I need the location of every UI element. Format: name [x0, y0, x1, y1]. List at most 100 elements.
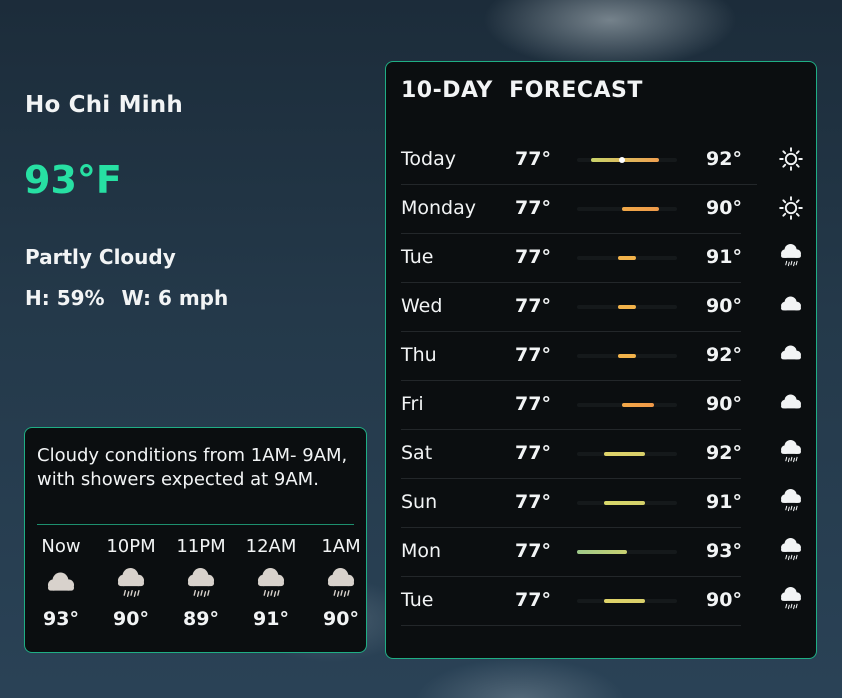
temperature-range-fill [622, 207, 659, 211]
temperature-range-bar [577, 354, 677, 358]
forecast-row: Tue 77° 90° [401, 576, 801, 626]
sun-icon [778, 195, 804, 221]
forecast-day: Fri [401, 393, 424, 415]
temperature-range-bar [577, 550, 677, 554]
forecast-day: Monday [401, 197, 477, 219]
forecast-high: 91° [706, 246, 742, 268]
city-name: Ho Chi Minh [25, 92, 183, 118]
current-temp-marker [619, 157, 626, 163]
forecast-row: Thu 77° 92° [401, 331, 801, 381]
forecast-day: Today [401, 148, 456, 170]
humidity-wind: H: 59% W: 6 mph [25, 286, 238, 310]
cloud-icon [778, 342, 804, 368]
forecast-high: 92° [706, 148, 742, 170]
temperature-range-fill [577, 550, 627, 554]
cloud-icon [778, 391, 804, 417]
current-condition: Partly Cloudy [25, 245, 176, 269]
temperature-range-bar [577, 157, 677, 163]
hourly-time: 1AM [321, 536, 361, 557]
forecast-row: Today 77° 92° [401, 135, 803, 185]
sun-icon [778, 146, 804, 172]
wind-value: W: 6 mph [121, 286, 229, 310]
forecast-day: Sun [401, 491, 438, 513]
forecast-low: 77° [515, 393, 551, 415]
forecast-high: 91° [706, 491, 742, 513]
temperature-range-fill [604, 452, 646, 456]
forecast-row: Monday 77° 90° [401, 184, 803, 234]
forecast-high: 92° [706, 442, 742, 464]
temperature-range-bar [577, 452, 677, 456]
hourly-time: 11PM [176, 536, 226, 557]
forecast-day: Tue [401, 246, 434, 268]
hourly-temp: 90° [323, 608, 359, 630]
cloud-rain-icon [778, 489, 804, 515]
hourly-item: 10PM 90° [101, 536, 161, 630]
forecast-day: Wed [401, 295, 443, 317]
forecast-day: Tue [401, 589, 434, 611]
hourly-forecast-panel: Cloudy conditions from 1AM- 9AM, with sh… [24, 427, 367, 653]
hourly-temp: 93° [43, 608, 79, 630]
forecast-row: Tue 77° 91° [401, 233, 801, 283]
hourly-time: Now [41, 536, 81, 557]
cloud-rain-icon [254, 568, 288, 598]
hourly-item: 12AM 91° [241, 536, 301, 630]
temperature-range-fill [604, 501, 646, 505]
forecast-high: 90° [706, 295, 742, 317]
cloud-icon [778, 293, 804, 319]
ten-day-forecast-panel: 10-DAY FORECAST Today 77° 92° Monday 77° 90° T… [385, 61, 817, 659]
forecast-low: 77° [515, 442, 551, 464]
cloud-rain-icon [778, 440, 804, 466]
forecast-low: 77° [515, 589, 551, 611]
forecast-row: Wed 77° 90° [401, 282, 801, 332]
forecast-low: 77° [515, 197, 551, 219]
humidity-value: H: 59% [25, 286, 105, 310]
forecast-low: 77° [515, 148, 551, 170]
cloud-rain-icon [114, 568, 148, 598]
forecast-low: 77° [515, 344, 551, 366]
hourly-time: 12AM [245, 536, 297, 557]
hourly-temp: 90° [113, 608, 149, 630]
cloud-icon [44, 568, 78, 598]
temperature-range-bar [577, 207, 677, 211]
forecast-high: 90° [706, 393, 742, 415]
temperature-range-bar [577, 599, 677, 603]
forecast-title: 10-DAY FORECAST [401, 78, 643, 103]
forecast-row: Mon 77° 93° [401, 527, 801, 577]
temperature-range-fill [604, 599, 646, 603]
temperature-range-bar [577, 305, 677, 309]
forecast-low: 77° [515, 246, 551, 268]
temperature-range-bar [577, 501, 677, 505]
hourly-time: 10PM [106, 536, 156, 557]
temperature-range-bar [577, 256, 677, 260]
hourly-item: 1AM 90° [311, 536, 371, 630]
forecast-row: Sat 77° 92° [401, 429, 801, 479]
forecast-low: 77° [515, 491, 551, 513]
temperature-range-fill [617, 305, 637, 309]
hourly-item: 11PM 89° [171, 536, 231, 630]
hourly-item: Now 93° [31, 536, 91, 630]
forecast-low: 77° [515, 540, 551, 562]
forecast-row: Fri 77° 90° [401, 380, 801, 430]
forecast-high: 92° [706, 344, 742, 366]
forecast-day: Thu [401, 344, 437, 366]
temperature-range-fill [622, 403, 655, 407]
forecast-low: 77° [515, 295, 551, 317]
forecast-high: 93° [706, 540, 742, 562]
cloud-rain-icon [324, 568, 358, 598]
hourly-summary: Cloudy conditions from 1AM- 9AM, with sh… [37, 445, 348, 490]
forecast-high: 90° [706, 589, 742, 611]
hourly-temp: 91° [253, 608, 289, 630]
forecast-day: Mon [401, 540, 442, 562]
cloud-rain-icon [184, 568, 218, 598]
temperature-range-bar [577, 403, 677, 407]
forecast-high: 90° [706, 197, 742, 219]
forecast-day: Sat [401, 442, 433, 464]
current-temperature: 93°F [24, 158, 122, 202]
temperature-range-fill [617, 256, 637, 260]
cloud-rain-icon [778, 538, 804, 564]
cloud-rain-icon [778, 587, 804, 613]
forecast-row: Sun 77° 91° [401, 478, 801, 528]
hourly-divider [37, 524, 354, 525]
cloud-rain-icon [778, 244, 804, 270]
temperature-range-fill [617, 354, 637, 358]
